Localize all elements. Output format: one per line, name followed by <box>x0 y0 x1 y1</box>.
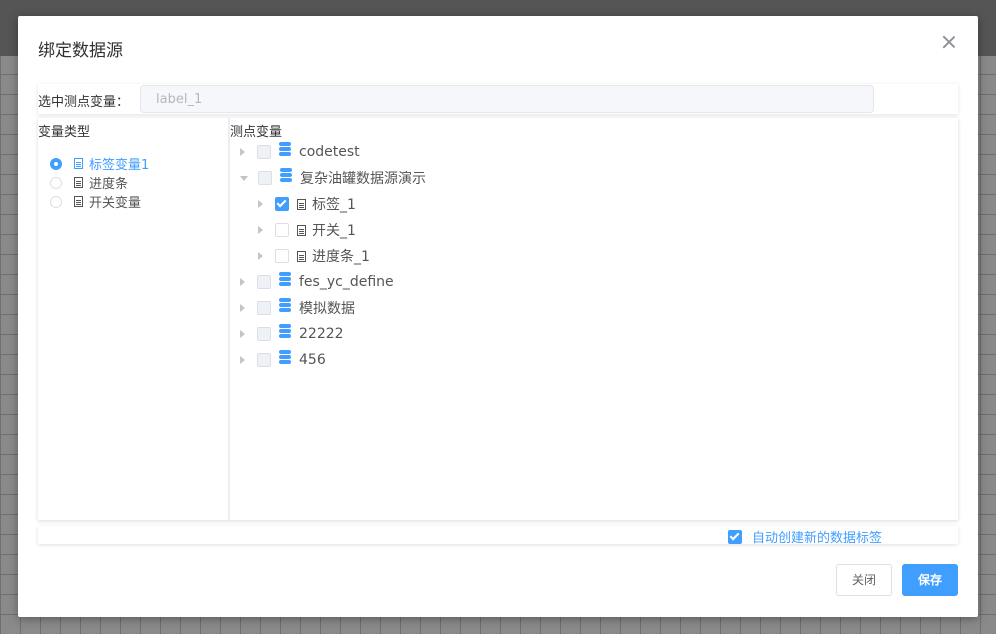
tree-node-label: 进度条_1 <box>312 249 370 265</box>
tree-node[interactable]: 22222 <box>240 323 344 344</box>
variable-type-header: 变量类型 <box>38 125 91 140</box>
tree-node[interactable]: 复杂油罐数据源演示 <box>240 167 426 188</box>
dialog-title: 绑定数据源 <box>38 41 123 61</box>
radio-checked-icon[interactable] <box>50 157 62 170</box>
tree-node-label: 模拟数据 <box>299 301 355 317</box>
selected-variable-row: 选中测点变量： label_1 <box>38 84 958 114</box>
variable-type-option[interactable]: 开关变量 <box>50 192 149 211</box>
auto-create-label: 自动创建新的数据标签 <box>752 531 883 546</box>
database-icon <box>279 271 291 287</box>
tree-node-label: 复杂油罐数据源演示 <box>300 171 426 187</box>
expand-arrow-icon[interactable] <box>258 252 263 260</box>
save-button[interactable]: 保存 <box>902 564 958 596</box>
variable-type-label: 标签变量1 <box>89 158 150 173</box>
tree-node[interactable]: 开关_1 <box>258 220 356 240</box>
tree-node[interactable]: 456 <box>240 349 326 370</box>
tree-node-label: 开关_1 <box>312 223 356 239</box>
checkbox-checked[interactable] <box>275 197 289 211</box>
tree-node-label: 456 <box>299 352 326 368</box>
document-icon <box>297 198 306 210</box>
checkbox[interactable] <box>275 249 289 263</box>
document-icon <box>74 177 83 188</box>
expand-arrow-icon[interactable] <box>240 278 245 286</box>
database-icon <box>279 349 291 365</box>
expand-arrow-icon[interactable] <box>240 148 245 156</box>
database-icon <box>279 323 291 339</box>
expand-arrow-icon[interactable] <box>240 356 245 364</box>
tree-node-label: fes_yc_define <box>299 274 394 290</box>
radio-icon[interactable] <box>50 176 62 189</box>
checkbox-checked[interactable] <box>728 529 742 544</box>
expand-arrow-icon[interactable] <box>258 200 263 208</box>
checkbox[interactable] <box>257 353 271 367</box>
tree-node[interactable]: codetest <box>240 141 360 162</box>
radio-icon[interactable] <box>50 195 62 208</box>
close-icon[interactable] <box>942 35 956 49</box>
tree-node[interactable]: 模拟数据 <box>240 297 355 318</box>
measure-variable-column: 测点变量 codetest 复杂油罐数据源演示 标签_1 开关_1 进度条_1 … <box>230 118 958 520</box>
expand-arrow-icon[interactable] <box>240 304 245 312</box>
database-icon <box>280 167 292 183</box>
tree-node[interactable]: 标签_1 <box>258 194 356 214</box>
auto-create-checkbox[interactable]: 自动创建新的数据标签 <box>728 527 882 546</box>
checkbox[interactable] <box>258 171 272 185</box>
document-icon <box>74 196 83 207</box>
measure-variable-header: 测点变量 <box>230 125 283 140</box>
expand-arrow-icon[interactable] <box>258 226 263 234</box>
document-icon <box>297 250 306 262</box>
variable-type-label: 进度条 <box>89 177 129 192</box>
variable-type-option[interactable]: 进度条 <box>50 173 149 192</box>
close-button[interactable]: 关闭 <box>836 564 892 596</box>
variable-type-list: 标签变量1 进度条 开关变量 <box>50 154 149 211</box>
checkbox[interactable] <box>275 223 289 237</box>
collapse-arrow-icon[interactable] <box>240 175 248 181</box>
variable-type-label: 开关变量 <box>89 196 142 211</box>
tree-node[interactable]: fes_yc_define <box>240 271 394 292</box>
variable-type-option[interactable]: 标签变量1 <box>50 154 149 173</box>
checkbox[interactable] <box>257 301 271 315</box>
checkbox[interactable] <box>257 327 271 341</box>
auto-create-row: 自动创建新的数据标签 <box>38 526 958 546</box>
document-icon <box>74 158 83 169</box>
tree-node-label: 22222 <box>299 326 344 342</box>
checkbox[interactable] <box>257 145 271 159</box>
binding-panel: 变量类型 标签变量1 进度条 开关变量 测点变量 codetest 复杂油罐数据… <box>38 118 958 520</box>
database-icon <box>279 297 291 313</box>
tree-node-label: codetest <box>299 144 360 160</box>
bind-datasource-dialog: 绑定数据源 选中测点变量： label_1 变量类型 标签变量1 进度条 开关变… <box>18 16 978 617</box>
database-icon <box>279 141 291 157</box>
expand-arrow-icon[interactable] <box>240 330 245 338</box>
selected-variable-input[interactable]: label_1 <box>140 85 874 113</box>
tree-node-label: 标签_1 <box>312 197 356 213</box>
variable-type-column: 变量类型 标签变量1 进度条 开关变量 <box>38 118 230 520</box>
checkbox[interactable] <box>257 275 271 289</box>
selected-variable-label: 选中测点变量： <box>38 95 130 110</box>
tree-node[interactable]: 进度条_1 <box>258 246 370 266</box>
document-icon <box>297 224 306 236</box>
